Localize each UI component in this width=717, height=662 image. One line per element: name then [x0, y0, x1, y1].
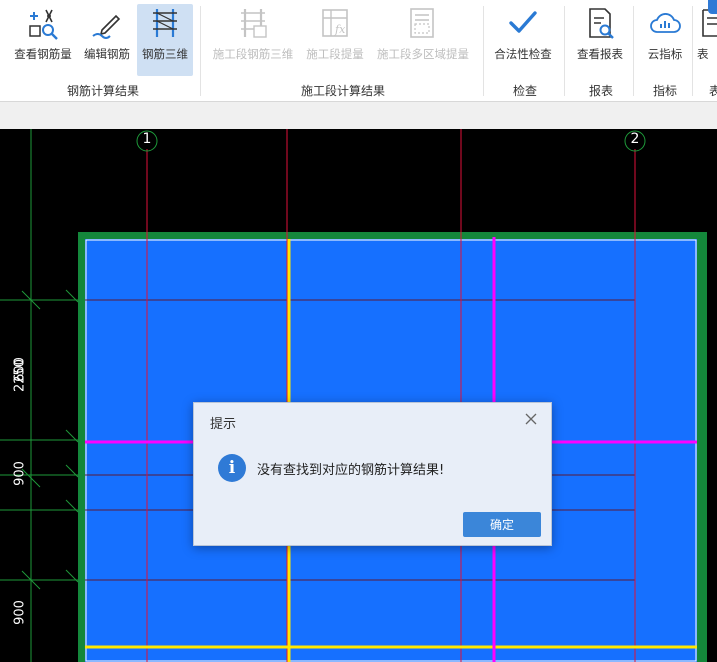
dialog-message: 没有查找到对应的钢筋计算结果! — [257, 463, 445, 478]
cloud-index-icon — [648, 6, 682, 40]
ok-button[interactable]: 确定 — [463, 512, 541, 537]
group-label-check: 检查 — [513, 84, 538, 98]
group-divider — [200, 6, 201, 96]
info-icon: i — [218, 454, 246, 482]
rebar-plan-view — [0, 129, 707, 662]
ribbon-toolbar: 查看钢筋量 编辑钢筋 钢筋三维 钢筋计算结果 施工段钢筋三维 fx 施工段提量 … — [0, 0, 717, 102]
drawing-canvas[interactable]: 1 2 2250 600 900 900 — [0, 129, 717, 662]
button-label: 云指标 — [647, 47, 683, 61]
button-label: 施工段多区域提量 — [377, 47, 469, 61]
group-divider — [564, 6, 565, 96]
dialog-title: 提示 — [210, 417, 237, 432]
rebar-3d-icon — [148, 6, 182, 40]
svg-text:fx: fx — [334, 23, 346, 36]
scroll-indicator — [708, 0, 717, 14]
axis-label-2: 2 — [630, 131, 640, 147]
dimension-text: 900 — [12, 600, 28, 625]
group-label-index: 指标 — [653, 84, 678, 98]
group-divider — [692, 6, 693, 96]
button-label: 查看钢筋量 — [14, 47, 72, 61]
dimension-text: 900 — [12, 461, 28, 486]
button-label: 钢筋三维 — [142, 47, 188, 61]
segment-multi-area-icon — [406, 6, 440, 40]
prompt-dialog: 提示 i 没有查找到对应的钢筋计算结果! 确定 — [193, 402, 552, 546]
segment-multi-area-button[interactable]: 施工段多区域提量 — [372, 4, 474, 76]
cloud-index-button[interactable]: 云指标 — [638, 4, 692, 76]
segment-quantity-button[interactable]: fx 施工段提量 — [302, 4, 368, 76]
group-label-segment-results: 施工段计算结果 — [301, 84, 386, 98]
view-rebar-quantity-button[interactable]: 查看钢筋量 — [8, 4, 78, 76]
group-label-rebar-results: 钢筋计算结果 — [67, 84, 140, 98]
dimension-text: 600 — [12, 357, 28, 382]
tab-strip — [0, 102, 717, 129]
segment-rebar-3d-icon — [236, 6, 270, 40]
view-report-button[interactable]: 查看报表 — [572, 4, 628, 76]
validity-check-button[interactable]: 合法性检查 — [489, 4, 557, 76]
button-label: 编辑钢筋 — [84, 47, 130, 61]
rebar-3d-button[interactable]: 钢筋三维 — [137, 4, 193, 76]
group-divider — [483, 6, 484, 96]
button-label: 查看报表 — [577, 47, 623, 61]
table-button[interactable]: 表 — [697, 4, 717, 76]
close-icon[interactable] — [521, 409, 541, 429]
group-label-report: 报表 — [589, 84, 614, 98]
checkmark-icon — [506, 6, 540, 40]
button-label: 合法性检查 — [494, 47, 552, 61]
axis-label-1: 1 — [142, 131, 152, 147]
group-label-table: 表 — [709, 84, 717, 98]
report-icon — [583, 6, 617, 40]
edit-rebar-icon — [90, 6, 124, 40]
button-label: 施工段提量 — [306, 47, 364, 61]
group-divider — [633, 6, 634, 96]
view-rebar-quantity-icon — [26, 6, 60, 40]
segment-rebar-3d-button[interactable]: 施工段钢筋三维 — [208, 4, 298, 76]
button-label: 表 — [697, 47, 709, 61]
button-label: 施工段钢筋三维 — [212, 47, 294, 61]
segment-quantity-icon: fx — [318, 6, 352, 40]
edit-rebar-button[interactable]: 编辑钢筋 — [80, 4, 134, 76]
